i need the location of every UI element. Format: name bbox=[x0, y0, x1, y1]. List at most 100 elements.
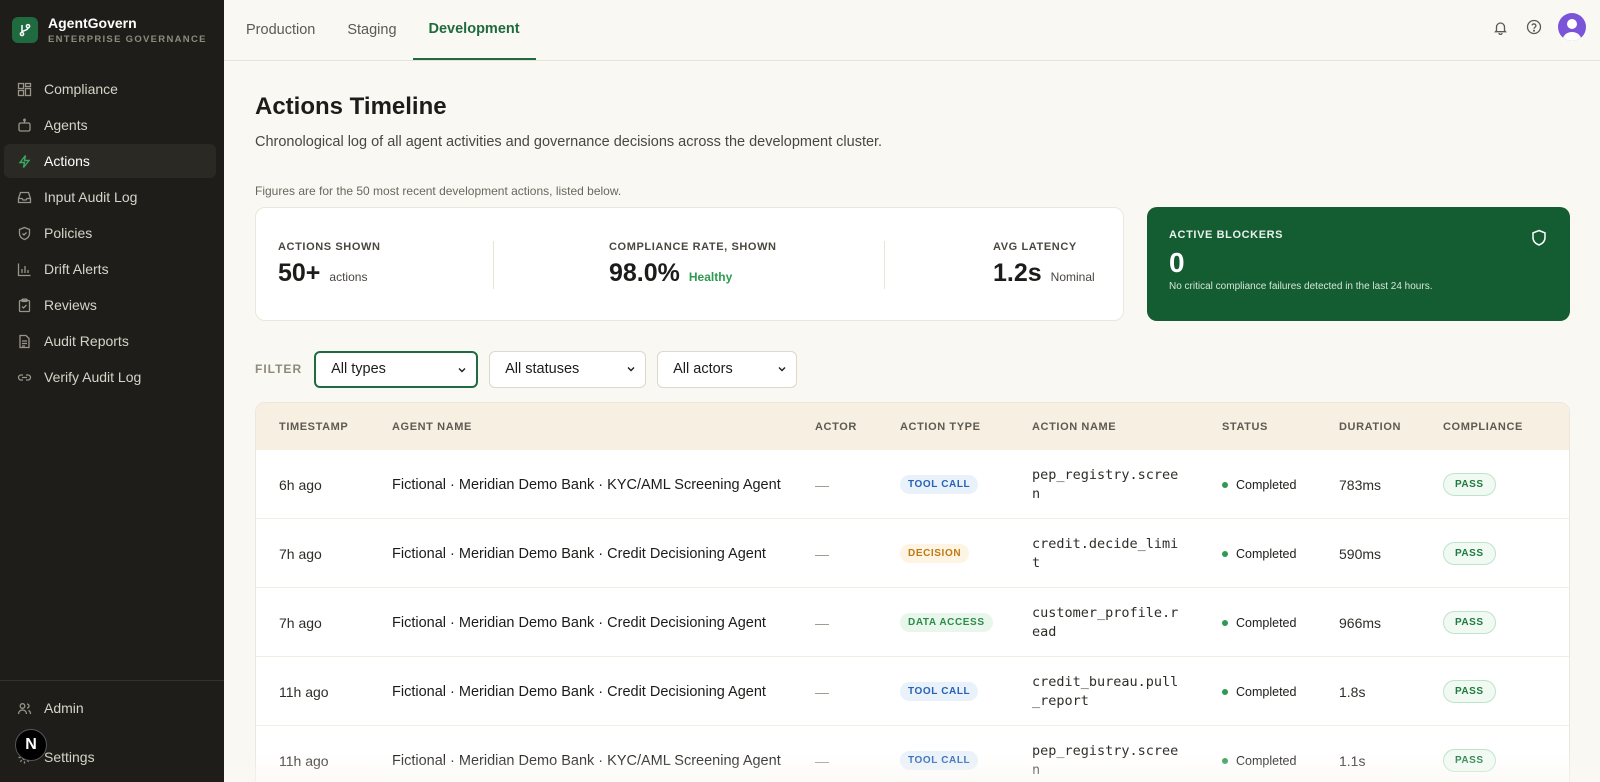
agent-name-cell[interactable]: Fictional · Meridian Demo Bank · Credit … bbox=[392, 519, 766, 588]
action-name-cell: credit_bureau.pull_report bbox=[1032, 673, 1179, 709]
table-row[interactable]: 11h ago Fictional · Meridian Demo Bank ·… bbox=[256, 657, 1569, 726]
sidebar-item-label: Reviews bbox=[44, 297, 97, 313]
tab-development[interactable]: Development bbox=[412, 0, 536, 60]
sidebar-item-policies[interactable]: Policies bbox=[4, 216, 216, 250]
sidebar-item-label: Settings bbox=[44, 749, 95, 765]
sidebar-item-compliance[interactable]: Compliance bbox=[4, 72, 216, 106]
grid-icon bbox=[16, 81, 32, 97]
table-row[interactable]: 11h ago Fictional · Meridian Demo Bank ·… bbox=[256, 726, 1569, 782]
tab-production[interactable]: Production bbox=[230, 0, 331, 60]
compliance-badge: PASS bbox=[1443, 680, 1496, 703]
status-cell: Completed bbox=[1222, 450, 1296, 519]
main-content: Actions Timeline Chronological log of al… bbox=[255, 61, 1570, 782]
column-header[interactable]: ACTION NAME bbox=[1032, 421, 1116, 433]
agent-name-cell[interactable]: Fictional · Meridian Demo Bank · Credit … bbox=[392, 588, 766, 657]
compliance-badge: PASS bbox=[1443, 473, 1496, 496]
help-icon[interactable] bbox=[1524, 17, 1544, 37]
compliance-cell: PASS bbox=[1443, 657, 1496, 726]
sidebar-item-label: Policies bbox=[44, 225, 93, 241]
action-type-badge: TOOL CALL bbox=[900, 751, 979, 770]
column-header[interactable]: DURATION bbox=[1339, 421, 1401, 433]
sidebar-item-reviews[interactable]: Reviews bbox=[4, 288, 216, 322]
stat-value: 1.2s bbox=[993, 259, 1042, 287]
column-header[interactable]: AGENT NAME bbox=[392, 421, 472, 433]
dev-badge[interactable]: N bbox=[15, 729, 47, 761]
action-name-cell: customer_profile.read bbox=[1032, 604, 1179, 640]
column-header[interactable]: ACTION TYPE bbox=[900, 421, 981, 433]
stat-label: COMPLIANCE RATE, SHOWN bbox=[609, 241, 777, 253]
compliance-badge: PASS bbox=[1443, 542, 1496, 565]
column-header[interactable]: ACTOR bbox=[815, 421, 857, 433]
sidebar-item-audit-reports[interactable]: Audit Reports bbox=[4, 324, 216, 358]
actor-cell: — bbox=[815, 752, 829, 769]
compliance-cell: PASS bbox=[1443, 588, 1496, 657]
blocker-label: ACTIVE BLOCKERS bbox=[1169, 229, 1284, 241]
sidebar-item-label: Actions bbox=[44, 153, 90, 169]
bot-icon bbox=[16, 117, 32, 133]
sidebar-item-drift-alerts[interactable]: Drift Alerts bbox=[4, 252, 216, 286]
status-filter-select[interactable]: All statuses bbox=[489, 350, 647, 388]
blocker-description: No critical compliance failures detected… bbox=[1169, 281, 1433, 292]
action-type-cell: TOOL CALL bbox=[900, 657, 979, 726]
status-dot bbox=[1222, 757, 1228, 764]
sidebar-nav: Compliance Agents Actions Input Audit Lo… bbox=[0, 72, 224, 394]
file-icon bbox=[16, 333, 32, 349]
status-text: Completed bbox=[1236, 684, 1297, 699]
brand[interactable]: AgentGovern ENTERPRISE GOVERNANCE bbox=[0, 0, 224, 60]
sidebar-item-label: Agents bbox=[44, 117, 88, 133]
actor-cell: — bbox=[815, 545, 829, 562]
status-text: Completed bbox=[1236, 615, 1297, 630]
sidebar-item-label: Audit Reports bbox=[44, 333, 129, 349]
shield-icon bbox=[1530, 229, 1548, 252]
agent-name-cell[interactable]: Fictional · Meridian Demo Bank · KYC/AML… bbox=[392, 450, 781, 519]
status-text: Completed bbox=[1236, 753, 1297, 768]
actor-filter-select[interactable]: All actors bbox=[657, 350, 798, 388]
sidebar-item-label: Drift Alerts bbox=[44, 261, 109, 277]
status-dot bbox=[1222, 550, 1228, 557]
action-name-cell: credit.decide_limit bbox=[1032, 535, 1179, 571]
sidebar-item-verify-audit-log[interactable]: Verify Audit Log bbox=[4, 360, 216, 394]
page-description: Chronological log of all agent activitie… bbox=[255, 134, 883, 150]
table-row[interactable]: 7h ago Fictional · Meridian Demo Bank · … bbox=[256, 519, 1569, 588]
table-header: TIMESTAMP AGENT NAME ACTOR ACTION TYPE A… bbox=[256, 403, 1569, 450]
timestamp-cell: 11h ago bbox=[279, 752, 329, 769]
duration-cell: 590ms bbox=[1339, 545, 1382, 562]
stat-compliance-rate: COMPLIANCE RATE, SHOWN 98.0% Healthy bbox=[609, 241, 777, 288]
action-type-cell: DECISION bbox=[900, 519, 970, 588]
agent-name-cell[interactable]: Fictional · Meridian Demo Bank · KYC/AML… bbox=[392, 726, 781, 782]
clipboard-icon bbox=[16, 297, 32, 313]
agent-name-cell[interactable]: Fictional · Meridian Demo Bank · Credit … bbox=[392, 657, 766, 726]
timestamp-cell: 7h ago bbox=[279, 614, 322, 631]
action-name-cell: pep_registry.screen bbox=[1032, 742, 1179, 778]
column-header[interactable]: TIMESTAMP bbox=[279, 421, 348, 433]
topbar: Production Staging Development bbox=[224, 0, 1600, 61]
table-row[interactable]: 6h ago Fictional · Meridian Demo Bank · … bbox=[256, 450, 1569, 519]
timestamp-cell: 11h ago bbox=[279, 683, 329, 700]
actor-cell: — bbox=[815, 683, 829, 700]
link-icon bbox=[16, 369, 32, 385]
table-row[interactable]: 7h ago Fictional · Meridian Demo Bank · … bbox=[256, 588, 1569, 657]
avatar[interactable] bbox=[1558, 13, 1586, 41]
column-header[interactable]: COMPLIANCE bbox=[1443, 421, 1523, 433]
status-dot bbox=[1222, 688, 1228, 695]
sidebar-item-actions[interactable]: Actions bbox=[4, 144, 216, 178]
column-header[interactable]: STATUS bbox=[1222, 421, 1268, 433]
actor-filter-value: All actors bbox=[673, 361, 733, 377]
type-filter-select[interactable]: All types bbox=[314, 350, 479, 388]
compliance-cell: PASS bbox=[1443, 450, 1496, 519]
stat-sub: Nominal bbox=[1050, 270, 1095, 284]
action-type-badge: TOOL CALL bbox=[900, 682, 979, 701]
filter-label: FILTER bbox=[255, 362, 303, 376]
sidebar-item-agents[interactable]: Agents bbox=[4, 108, 216, 142]
top-icons bbox=[1476, 13, 1586, 41]
chevron-down-icon bbox=[456, 364, 468, 380]
bar-chart-icon bbox=[16, 261, 32, 277]
sidebar-item-input-audit-log[interactable]: Input Audit Log bbox=[4, 180, 216, 214]
stats-row: ACTIONS SHOWN 50+ actions COMPLIANCE RAT… bbox=[255, 207, 1570, 321]
duration-cell: 1.1s bbox=[1339, 752, 1366, 769]
bell-icon[interactable] bbox=[1490, 17, 1510, 37]
sidebar-item-admin[interactable]: Admin bbox=[4, 691, 216, 725]
action-type-cell: TOOL CALL bbox=[900, 726, 979, 782]
chevron-down-icon bbox=[625, 363, 637, 379]
tab-staging[interactable]: Staging bbox=[331, 0, 412, 60]
